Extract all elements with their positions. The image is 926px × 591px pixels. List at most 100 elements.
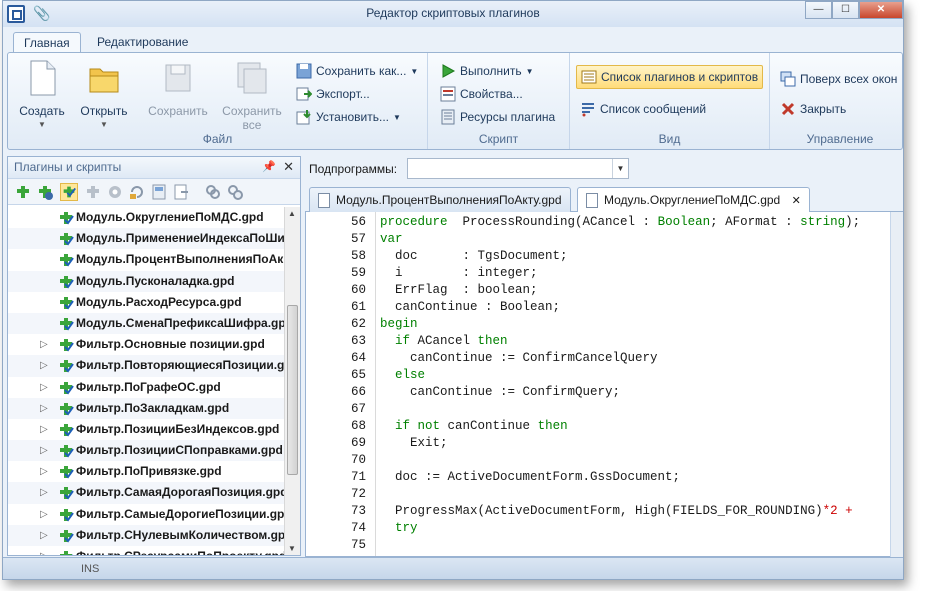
code-line[interactable]: 69 Exit; [306, 435, 890, 452]
expand-chevron-icon[interactable]: ▷ [40, 419, 48, 440]
code-line[interactable]: 59 i : integer; [306, 265, 890, 282]
list-item[interactable]: Модуль.Пусконаладка.gpd [8, 270, 284, 292]
plugins-panel: Плагины и скрипты 📌 ✕ Модуль.ОкруглениеП… [7, 156, 301, 556]
minimize-button[interactable]: — [805, 1, 832, 19]
code-line[interactable]: 61 canContinue : Boolean; [306, 299, 890, 316]
duplicate-icon[interactable] [226, 183, 244, 201]
list-item[interactable]: ▷ Фильтр.ПовторяющиесяПозиции.gpi [8, 355, 284, 377]
save-as-icon [296, 63, 312, 79]
subprograms-label: Подпрограммы: [309, 162, 398, 176]
code-line[interactable]: 57 var [306, 231, 890, 248]
list-item[interactable]: ▷ Фильтр.СНулевымКоличеством.gpc [8, 524, 284, 546]
editor-tab-rounding[interactable]: Модуль.ОкруглениеПоМДС.gpd ✕ [577, 187, 810, 213]
ribbon-tabs: Главная Редактирование [3, 29, 903, 54]
code-line[interactable]: 58 doc : TgsDocument; [306, 248, 890, 265]
list-item[interactable]: Модуль.ПрименениеИндексаПоШи [8, 228, 284, 250]
list-item[interactable]: ▷ Фильтр.ПозицииСПоправками.gpd [8, 440, 284, 462]
code-line[interactable]: 64 canContinue := ConfirmCancelQuery [306, 350, 890, 367]
scroll-down-icon[interactable]: ▼ [288, 544, 296, 553]
close-tab-icon[interactable]: ✕ [792, 195, 801, 207]
code-line[interactable]: 72 [306, 486, 890, 503]
code-line[interactable]: 71 doc := ActiveDocumentForm.GssDocument… [306, 469, 890, 486]
tree-scrollbar[interactable]: ▲ ▼ [284, 207, 300, 555]
list-item[interactable]: Модуль.РасходРесурса.gpd [8, 292, 284, 313]
code-line[interactable]: 73 ProgressMax(ActiveDocumentForm, High(… [306, 503, 890, 520]
list-item[interactable]: ▷ Фильтр.ПозицииБезИндексов.gpd [8, 419, 284, 440]
code-token: doc : TgsDocument; [380, 249, 568, 263]
save-as-button[interactable]: Сохранить как... ▼ [296, 61, 418, 81]
list-item[interactable]: ▷ Фильтр.Основные позиции.gpd [8, 334, 284, 355]
add-script-icon[interactable] [36, 183, 54, 201]
plugin-resources-button[interactable]: Ресурсы плагина [440, 107, 555, 127]
expand-chevron-icon[interactable]: ▷ [40, 334, 48, 355]
plugin-list-toggle[interactable]: Список плагинов и скриптов [576, 65, 764, 89]
maximize-button[interactable]: ☐ [832, 1, 859, 19]
refresh-icon[interactable] [128, 183, 146, 201]
editor-scrollbar[interactable] [890, 212, 903, 557]
list-item[interactable]: ▷ Фильтр.ПоЗакладкам.gpd [8, 397, 284, 419]
list-item[interactable]: Модуль.СменаПрефиксаШифра.gpc [8, 312, 284, 335]
list-item[interactable]: Модуль.ОкруглениеПоМДС.gpd [8, 207, 284, 228]
expand-chevron-icon[interactable]: ▷ [40, 504, 48, 525]
group-file: Создать ▼ Открыть ▼ Сохранить Сохранить … [8, 53, 428, 149]
scroll-thumb[interactable] [287, 305, 298, 475]
expand-chevron-icon[interactable]: ▷ [40, 546, 48, 555]
editor-tab-progress[interactable]: Модуль.ПроцентВыполненияПоАкту.gpd [309, 187, 571, 212]
code-token-kw: if [395, 334, 411, 348]
code-line[interactable]: 56 procedure ProcessRounding(ACancel : Bo… [306, 214, 890, 231]
line-number: 66 [350, 385, 366, 399]
save-button[interactable]: Сохранить [148, 59, 208, 118]
code-line[interactable]: 63 if ACancel then [306, 333, 890, 350]
close-window-button[interactable]: ✕ [859, 1, 903, 19]
message-list-toggle[interactable]: Список сообщений [580, 99, 706, 119]
add-plugin-icon[interactable] [14, 183, 32, 201]
code-line[interactable]: 74 try [306, 520, 890, 537]
properties-button[interactable]: Свойства... [440, 84, 523, 104]
expand-chevron-icon[interactable]: ▷ [40, 440, 48, 461]
list-item[interactable]: Модуль.ПроцентВыполненияПоАк [8, 249, 284, 270]
list-item[interactable]: ▷ Фильтр.ПоГрафеОС.gpd [8, 377, 284, 398]
list-item[interactable]: ▷ Фильтр.СамыеДорогиеПозиции.gpc [8, 504, 284, 525]
tab-home[interactable]: Главная [13, 32, 81, 54]
scroll-up-icon[interactable]: ▲ [288, 209, 296, 218]
settings-gear-icon[interactable] [106, 183, 124, 201]
topmost-button[interactable]: Поверх всех окон [780, 69, 897, 89]
chevron-down-icon[interactable]: ▼ [612, 159, 628, 178]
expand-chevron-icon[interactable]: ▷ [40, 377, 48, 398]
code-line[interactable]: 65 else [306, 367, 890, 384]
line-number: 70 [350, 453, 366, 467]
code-line[interactable]: 66 canContinue := ConfirmQuery; [306, 384, 890, 401]
run-button[interactable]: Выполнить ▼ [440, 61, 534, 81]
code-line[interactable]: 60 ErrFlag : boolean; [306, 282, 890, 299]
export-doc-icon[interactable] [172, 183, 190, 201]
expand-chevron-icon[interactable]: ▷ [40, 355, 48, 376]
export-button[interactable]: Экспорт... [296, 84, 370, 104]
code-line[interactable]: 70 [306, 452, 890, 469]
document-icon[interactable] [150, 183, 168, 201]
list-item[interactable]: ▷ Фильтр.СамаяДорогаяПозиция.gpd [8, 482, 284, 504]
list-item[interactable]: ▷ Фильтр.СРесурсамиПоПроекту.gpd [8, 546, 284, 555]
close-icon[interactable]: ✕ [283, 159, 294, 175]
code-line[interactable]: 62 begin [306, 316, 890, 333]
tab-editing[interactable]: Редактирование [87, 32, 198, 54]
open-button[interactable]: Открыть ▼ [74, 59, 134, 129]
expand-chevron-icon[interactable]: ▷ [40, 461, 48, 482]
create-button[interactable]: Создать ▼ [12, 59, 72, 129]
expand-chevron-icon[interactable]: ▷ [40, 398, 48, 419]
close-plugin-button[interactable]: Закрыть [780, 99, 846, 119]
code-line[interactable]: 67 [306, 401, 890, 418]
expand-chevron-icon[interactable]: ▷ [40, 525, 48, 546]
list-item[interactable]: ▷ Фильтр.ПоПривязке.gpd [8, 461, 284, 482]
save-all-button[interactable]: Сохранить все [222, 59, 282, 132]
code-line[interactable]: 75 [306, 537, 890, 554]
code-line[interactable]: 68 if not canContinue then [306, 418, 890, 435]
expand-chevron-icon[interactable]: ▷ [40, 482, 48, 503]
disable-plugin-icon[interactable] [84, 183, 102, 201]
copy-icon[interactable] [204, 183, 222, 201]
install-button[interactable]: Установить... ▼ [296, 107, 401, 127]
subprograms-select[interactable]: ▼ [407, 158, 629, 179]
code-editor[interactable]: 56 procedure ProcessRounding(ACancel : Bo… [305, 212, 891, 557]
pin-icon[interactable]: 📌 [262, 160, 276, 173]
enable-plugin-icon[interactable] [60, 183, 78, 201]
